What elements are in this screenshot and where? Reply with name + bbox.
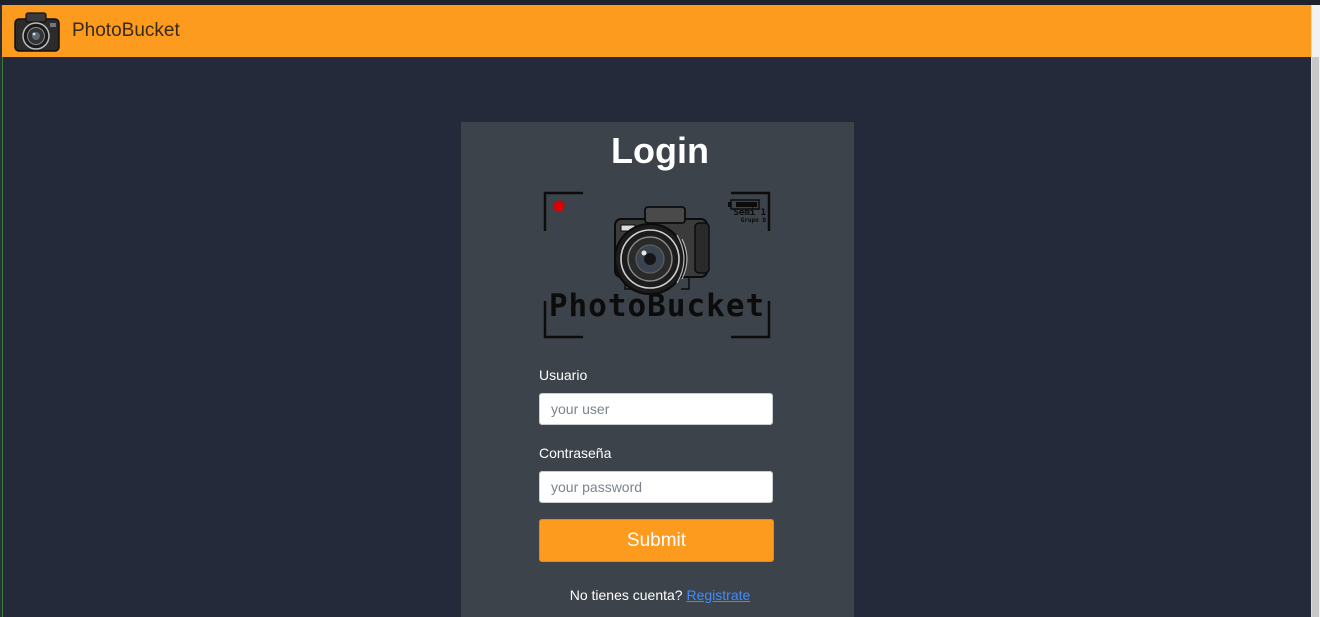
signup-link[interactable]: Registrate bbox=[686, 587, 750, 603]
signup-prompt: No tienes cuenta? bbox=[569, 587, 683, 603]
window-left-edge bbox=[0, 5, 3, 617]
username-input[interactable] bbox=[539, 393, 773, 425]
photobucket-logo: Semi 1 Grupo 8 PhotoBucket bbox=[543, 191, 771, 341]
password-label: Contraseña bbox=[539, 445, 612, 461]
signup-row: No tienes cuenta? Registrate bbox=[0, 587, 1320, 603]
brand-name[interactable]: PhotoBucket bbox=[72, 20, 180, 42]
navbar: PhotoBucket bbox=[2, 5, 1311, 57]
password-input[interactable] bbox=[539, 471, 773, 503]
logo-wordmark: PhotoBucket bbox=[548, 288, 766, 324]
camera-icon[interactable] bbox=[12, 6, 62, 56]
username-label: Usuario bbox=[539, 367, 588, 383]
logo-tag: Semi 1 Grupo 8 bbox=[733, 208, 766, 225]
submit-button[interactable]: Submit bbox=[539, 519, 774, 562]
page-title: Login bbox=[611, 130, 709, 171]
